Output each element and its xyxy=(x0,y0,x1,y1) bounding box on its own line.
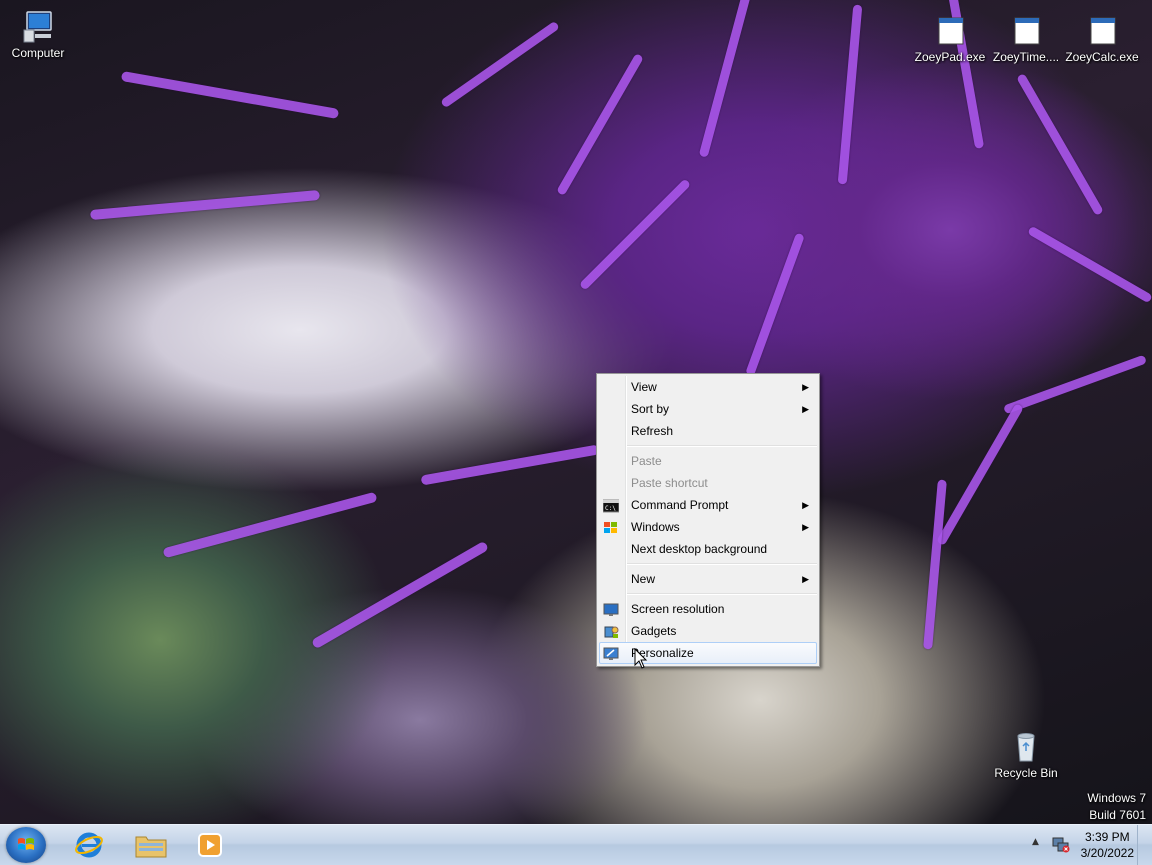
application-icon xyxy=(1085,14,1119,48)
svg-text:C:\: C:\ xyxy=(605,505,616,512)
desktop[interactable]: Computer ZoeyPad.exe ZoeyTime.... ZoeyCa… xyxy=(0,0,1152,824)
windows-flag-icon xyxy=(17,837,35,853)
computer-icon xyxy=(21,10,55,44)
menu-item-label: New xyxy=(631,572,656,586)
menu-item-windows[interactable]: Windows ▶ xyxy=(597,516,819,538)
wallpaper-detail xyxy=(90,189,320,221)
menu-separator xyxy=(627,445,817,447)
taskbar-clock[interactable]: 3:39 PM 3/20/2022 xyxy=(1081,829,1134,861)
network-icon[interactable] xyxy=(1052,835,1070,856)
wallpaper-detail xyxy=(923,479,947,650)
submenu-arrow-icon: ▶ xyxy=(802,382,809,392)
zoeytime-desktop-icon[interactable]: ZoeyTime.... xyxy=(988,14,1064,64)
recycle-bin-icon xyxy=(1009,730,1043,764)
menu-item-next-desktop-background[interactable]: Next desktop background xyxy=(597,538,819,560)
cmd-icon: C:\ xyxy=(602,498,620,513)
menu-item-label: Paste xyxy=(631,454,662,468)
wallpaper-detail xyxy=(578,178,692,291)
start-button[interactable] xyxy=(6,827,46,863)
watermark-os: Windows 7 xyxy=(1087,791,1146,805)
menu-separator xyxy=(627,593,817,595)
recycle-bin-desktop-icon[interactable]: Recycle Bin xyxy=(988,730,1064,780)
zoeypad-desktop-icon[interactable]: ZoeyPad.exe xyxy=(912,14,988,64)
submenu-arrow-icon: ▶ xyxy=(802,522,809,532)
wallpaper-detail xyxy=(1016,72,1104,217)
wallpaper-detail xyxy=(162,491,378,559)
menu-item-gadgets[interactable]: Gadgets xyxy=(597,620,819,642)
menu-item-label: Command Prompt xyxy=(631,498,729,512)
menu-item-label: View xyxy=(631,380,657,394)
zoeypad-label: ZoeyPad.exe xyxy=(914,50,986,64)
menu-item-command-prompt[interactable]: C:\ Command Prompt ▶ xyxy=(597,494,819,516)
menu-item-paste-shortcut: Paste shortcut xyxy=(597,472,819,494)
wallpaper-detail xyxy=(120,70,340,120)
menu-item-new[interactable]: New ▶ xyxy=(597,568,819,590)
wallpaper-detail xyxy=(556,52,644,197)
menu-item-label: Next desktop background xyxy=(631,542,768,556)
wallpaper-detail xyxy=(698,0,752,158)
file-explorer-icon xyxy=(134,831,168,862)
menu-item-label: Windows xyxy=(631,520,680,534)
wallpaper-detail xyxy=(440,20,560,109)
show-hidden-icons-button[interactable]: ▲ xyxy=(1032,837,1039,847)
menu-item-label: Refresh xyxy=(631,424,674,438)
gadgets-icon xyxy=(603,624,619,638)
application-icon xyxy=(1009,14,1043,48)
taskbar-internet-explorer[interactable] xyxy=(62,827,116,863)
mouse-cursor-icon xyxy=(634,648,648,669)
monitor-icon xyxy=(603,602,619,616)
application-icon xyxy=(933,14,967,48)
wallpaper-detail xyxy=(837,4,863,185)
zoeycalc-desktop-icon[interactable]: ZoeyCalc.exe xyxy=(1064,14,1140,64)
menu-item-label: Paste shortcut xyxy=(631,476,708,490)
menu-item-label: Gadgets xyxy=(631,624,677,638)
wallpaper-detail xyxy=(1027,225,1152,304)
system-tray: ▲ 3:39 PM 3/20/2022 xyxy=(1012,825,1152,865)
wallpaper-detail xyxy=(936,402,1024,547)
submenu-arrow-icon: ▶ xyxy=(802,500,809,510)
clock-time: 3:39 PM xyxy=(1084,830,1130,844)
wallpaper-detail xyxy=(745,232,805,377)
zoeycalc-label: ZoeyCalc.exe xyxy=(1065,50,1139,64)
wallpaper-detail xyxy=(310,540,490,650)
submenu-arrow-icon: ▶ xyxy=(802,574,809,584)
menu-item-view[interactable]: View ▶ xyxy=(597,376,819,398)
computer-desktop-icon[interactable]: Computer xyxy=(0,10,76,60)
zoeytime-label: ZoeyTime.... xyxy=(992,50,1060,64)
menu-item-paste: Paste xyxy=(597,450,819,472)
taskbar-windows-explorer[interactable] xyxy=(124,827,178,863)
windows-flag-icon xyxy=(603,520,619,534)
media-player-icon xyxy=(196,831,224,862)
menu-item-label: Sort by xyxy=(631,402,670,416)
personalize-icon xyxy=(603,647,619,661)
taskbar: ▲ 3:39 PM 3/20/2022 xyxy=(0,824,1152,865)
menu-item-sort-by[interactable]: Sort by ▶ xyxy=(597,398,819,420)
menu-separator xyxy=(627,563,817,565)
recycle-bin-label: Recycle Bin xyxy=(994,766,1058,780)
wallpaper-detail xyxy=(420,444,600,486)
submenu-arrow-icon: ▶ xyxy=(802,404,809,414)
taskbar-media-player[interactable] xyxy=(184,827,238,863)
wallpaper-detail xyxy=(1002,354,1148,415)
computer-label: Computer xyxy=(11,46,65,60)
watermark-build: Build 7601 xyxy=(1089,808,1146,822)
menu-item-label: Screen resolution xyxy=(631,602,725,616)
menu-item-screen-resolution[interactable]: Screen resolution xyxy=(597,598,819,620)
clock-date: 3/20/2022 xyxy=(1080,846,1134,860)
show-desktop-button[interactable] xyxy=(1137,825,1152,865)
windows-build-watermark: Windows 7 Build 7601 xyxy=(1087,790,1146,824)
menu-item-personalize[interactable]: Personalize xyxy=(599,642,817,664)
desktop-context-menu: View ▶ Sort by ▶ Refresh Paste Paste sho… xyxy=(596,373,820,667)
menu-item-refresh[interactable]: Refresh xyxy=(597,420,819,442)
internet-explorer-icon xyxy=(74,831,104,862)
